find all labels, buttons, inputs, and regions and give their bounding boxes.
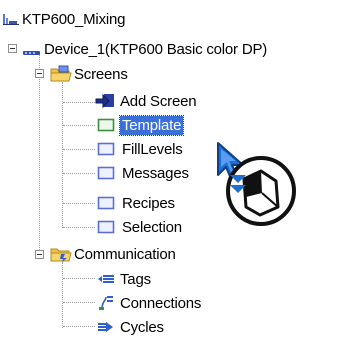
screen-icon (97, 166, 115, 180)
screen-icon (97, 196, 115, 210)
tree-item-communication[interactable]: Communication (50, 243, 178, 265)
tree-hline (63, 326, 95, 327)
tree-item-cycles[interactable]: Cycles (96, 316, 166, 338)
tags-icon (98, 275, 114, 283)
tree-hline (63, 278, 95, 279)
tree-item-device[interactable]: Device_1(KTP600 Basic color DP) (22, 38, 269, 60)
tree-hline (63, 173, 95, 174)
tree-item-messages[interactable]: Messages (97, 162, 191, 184)
collapse-device-toggle[interactable] (8, 44, 17, 53)
tree-line-communication (62, 262, 63, 328)
connections-icon (99, 296, 113, 310)
device-icon (23, 51, 40, 55)
project-icon (3, 14, 19, 25)
collapse-communication-toggle[interactable] (35, 250, 44, 259)
tree-hline (63, 149, 95, 150)
tree-line-level1 (39, 54, 40, 256)
project-tree: KTP600_Mixing Device_1(KTP600 Basic colo… (0, 0, 346, 338)
tree-item-label: Communication (74, 245, 176, 263)
tree-item-label: FillLevels (122, 140, 183, 158)
tree-item-label: Cycles (120, 318, 164, 336)
tree-item-label: Selection (122, 218, 182, 236)
tree-item-add-screen[interactable]: Add Screen (94, 90, 198, 112)
tree-hline (63, 227, 95, 228)
tree-item-connections[interactable]: Connections (96, 292, 203, 314)
tree-hline (63, 102, 95, 103)
cycles-icon (98, 322, 113, 332)
screen-icon (97, 142, 115, 156)
add-screen-icon (95, 93, 114, 109)
tree-hline (63, 203, 95, 204)
tree-item-tags[interactable]: Tags (96, 268, 153, 290)
mouse-double-click-icon (217, 142, 296, 226)
tree-item-label: Device_1(KTP600 Basic color DP) (44, 40, 268, 58)
folder-screens-icon (50, 65, 72, 82)
folder-communication-icon (50, 248, 72, 262)
tree-item-selection[interactable]: Selection (97, 216, 184, 238)
tree-item-label: Template (118, 114, 185, 136)
tree-item-recipes[interactable]: Recipes (97, 192, 177, 214)
screen-icon (97, 220, 115, 234)
collapse-screens-toggle[interactable] (35, 69, 44, 78)
tree-item-project[interactable]: KTP600_Mixing (2, 8, 127, 30)
tree-item-label: Tags (120, 270, 151, 288)
tree-item-label: Recipes (122, 194, 175, 212)
tree-item-label: Add Screen (120, 92, 197, 110)
tree-line-screens (62, 82, 63, 228)
tree-item-template[interactable]: Template (97, 114, 185, 136)
tree-item-label: Messages (122, 164, 189, 182)
tree-item-label: Connections (120, 294, 202, 312)
screen-template-icon (97, 118, 115, 132)
tree-hline (63, 302, 95, 303)
tree-item-label: KTP600_Mixing (22, 10, 126, 28)
tree-hline (63, 125, 95, 126)
tree-item-label: Screens (74, 65, 128, 83)
tree-item-screens[interactable]: Screens (50, 63, 130, 85)
tree-item-filllevels[interactable]: FillLevels (97, 138, 185, 160)
